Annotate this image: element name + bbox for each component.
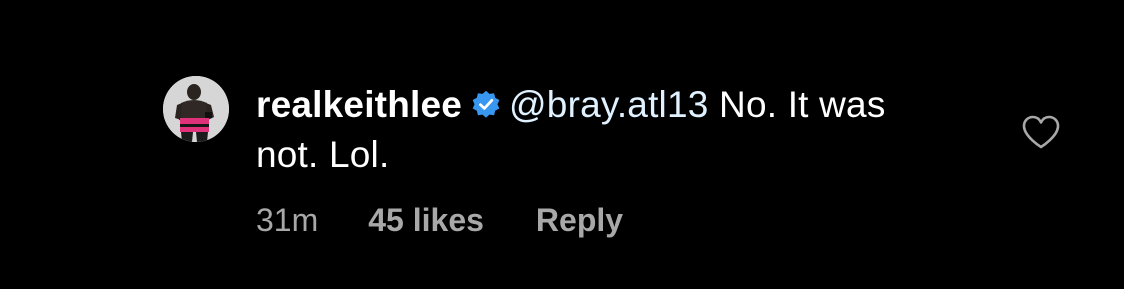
- mention-link[interactable]: @bray.atl13: [509, 84, 709, 125]
- comment-meta: 31m 45 likes Reply: [256, 200, 623, 240]
- likes-count[interactable]: 45 likes: [368, 200, 484, 240]
- comment: realkeithlee @bray.atl13 No. It was not. …: [0, 0, 1124, 289]
- comment-timestamp: 31m: [256, 202, 319, 238]
- username[interactable]: realkeithlee: [256, 84, 462, 125]
- avatar[interactable]: [163, 76, 229, 142]
- verified-badge-icon: [472, 90, 500, 118]
- heart-icon[interactable]: [1021, 114, 1061, 150]
- comment-body: realkeithlee @bray.atl13 No. It was not. …: [256, 80, 916, 180]
- avatar-photo: [163, 76, 229, 142]
- reply-button[interactable]: Reply: [536, 200, 623, 240]
